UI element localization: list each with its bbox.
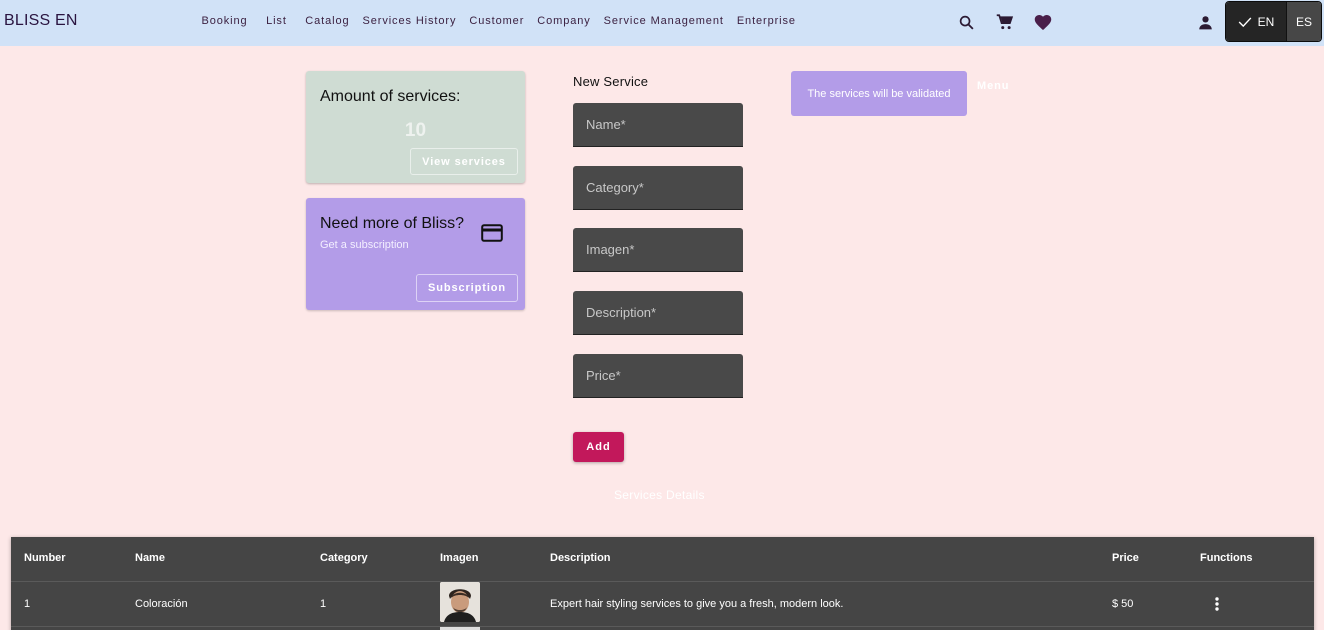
top-bar: BLISS EN Booking List Catalog Services H… (0, 0, 1324, 46)
validation-notice: The services will be validated (791, 71, 967, 116)
search-icon[interactable] (955, 11, 977, 33)
row-price: $ 50 (1112, 598, 1134, 610)
row-number: 1 (24, 598, 31, 610)
price-field[interactable] (573, 354, 743, 398)
category-field[interactable] (573, 166, 743, 210)
row-name: Coloración (135, 598, 188, 610)
column-price: Price (1112, 552, 1139, 564)
column-functions: Functions (1200, 552, 1253, 564)
brand-title[interactable]: BLISS EN (4, 12, 78, 30)
column-name: Name (135, 552, 165, 564)
nav-list[interactable]: List (254, 15, 299, 27)
subscription-button[interactable]: Subscription (416, 274, 518, 302)
services-details-title: Services Details (614, 488, 705, 502)
amount-count: 10 (404, 120, 427, 141)
nav-catalog[interactable]: Catalog (299, 15, 356, 27)
view-services-button[interactable]: View services (410, 148, 518, 175)
column-imagen: Imagen (440, 552, 479, 564)
column-number: Number (24, 552, 66, 564)
language-es-label: ES (1295, 14, 1312, 29)
nav-customer[interactable]: Customer (463, 15, 531, 27)
credit-card-icon (481, 224, 503, 244)
service-thumbnail (440, 582, 480, 622)
subscription-card: Need more of Bliss? Get a subscription S… (306, 198, 525, 310)
subscription-title: Need more of Bliss? (320, 215, 465, 232)
subscription-subtitle: Get a subscription (320, 239, 409, 251)
person-icon[interactable] (1194, 11, 1216, 33)
price-input[interactable] (573, 354, 743, 397)
row-divider (11, 581, 1314, 582)
add-button[interactable]: Add (573, 432, 624, 462)
nav-booking[interactable]: Booking (195, 15, 254, 27)
menu-link[interactable]: Menu (977, 80, 1009, 92)
category-input[interactable] (573, 166, 743, 209)
name-field[interactable] (573, 103, 743, 147)
name-input[interactable] (573, 103, 743, 146)
nav-services-history[interactable]: Services History (356, 15, 463, 27)
amount-card: Amount of services: 10 View services (306, 71, 525, 183)
nav-company[interactable]: Company (531, 15, 597, 27)
description-input[interactable] (573, 291, 743, 334)
image-input[interactable] (573, 228, 743, 271)
language-en-label: EN (1257, 14, 1275, 29)
nav-enterprise[interactable]: Enterprise (730, 15, 802, 27)
row-divider (11, 626, 1314, 627)
form-title: New Service (573, 74, 649, 89)
amount-title: Amount of services: (320, 88, 461, 105)
more-options-icon[interactable] (1209, 596, 1225, 612)
services-table: Number Name Category Imagen Description … (11, 537, 1314, 630)
language-option-en[interactable]: EN (1226, 2, 1286, 41)
check-icon (1238, 16, 1252, 27)
nav-service-management[interactable]: Service Management (597, 15, 730, 27)
row-category: 1 (320, 598, 327, 610)
language-option-es[interactable]: ES (1286, 2, 1321, 41)
image-field[interactable] (573, 228, 743, 272)
cart-icon[interactable] (994, 11, 1016, 33)
heart-icon[interactable] (1032, 11, 1054, 33)
main-nav: Booking List Catalog Services History Cu… (195, 0, 802, 42)
language-toggle: EN ES (1225, 1, 1322, 42)
column-description: Description (550, 552, 611, 564)
description-field[interactable] (573, 291, 743, 335)
column-category: Category (320, 552, 368, 564)
row-description: Expert hair styling services to give you… (550, 598, 844, 610)
